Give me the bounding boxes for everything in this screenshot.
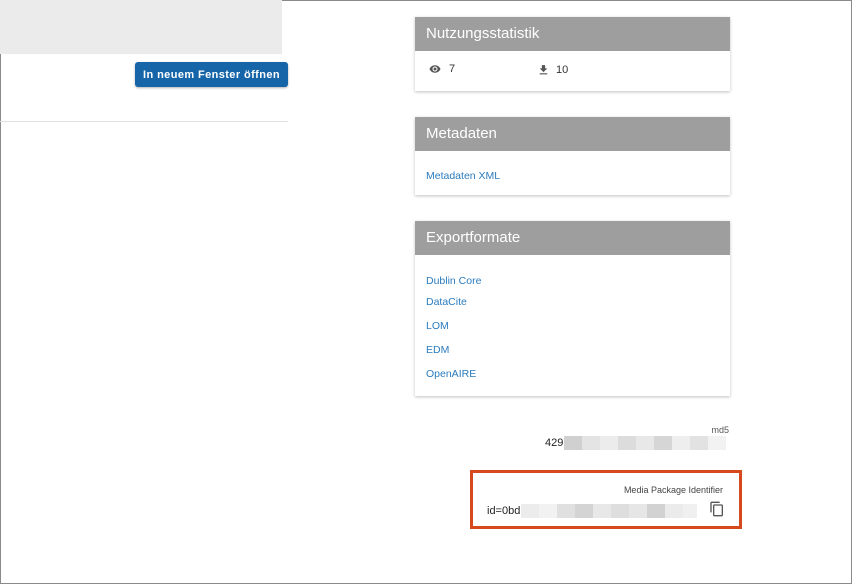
md5-redacted [564,436,727,450]
media-package-redacted [521,504,698,518]
eye-icon [429,65,441,73]
usage-statistics-title: Nutzungsstatistik [415,17,730,51]
export-link-datacite[interactable]: DataCite [426,296,467,308]
metadata-card: Metadaten Metadaten XML [415,117,730,195]
views-count: 7 [449,63,456,75]
download-icon [539,65,548,75]
open-in-new-window-button[interactable]: In neuem Fenster öffnen [135,62,288,87]
media-package-value-text: id=0bd [487,505,521,517]
downloads-count: 10 [556,64,569,76]
export-formats-title: Exportformate [415,221,730,255]
md5-label: md5 [711,425,729,435]
divider [0,121,288,122]
metadata-xml-link[interactable]: Metadaten XML [426,170,719,182]
metadata-body: Metadaten XML [415,151,730,182]
export-link-dublin-core[interactable]: Dublin Core [426,275,481,287]
usage-statistics-card: Nutzungsstatistik 7 10 [415,17,730,91]
export-link-openaire[interactable]: OpenAIRE [426,368,476,380]
md5-value: 429 [545,436,727,450]
export-formats-card: Exportformate Dublin Core DataCite LOM E… [415,221,730,396]
downloads-stat: 10 [537,63,568,77]
metadata-title: Metadaten [415,117,730,151]
media-package-label: Media Package Identifier [623,485,723,495]
md5-value-text: 429 [545,437,564,449]
views-stat: 7 [427,63,455,75]
export-link-edm[interactable]: EDM [426,344,449,356]
copy-icon[interactable] [709,500,725,518]
media-player-area [0,0,282,54]
media-package-value: id=0bd [487,504,698,518]
media-package-highlight: Media Package Identifier id=0bd [470,470,742,529]
export-link-lom[interactable]: LOM [426,320,449,332]
